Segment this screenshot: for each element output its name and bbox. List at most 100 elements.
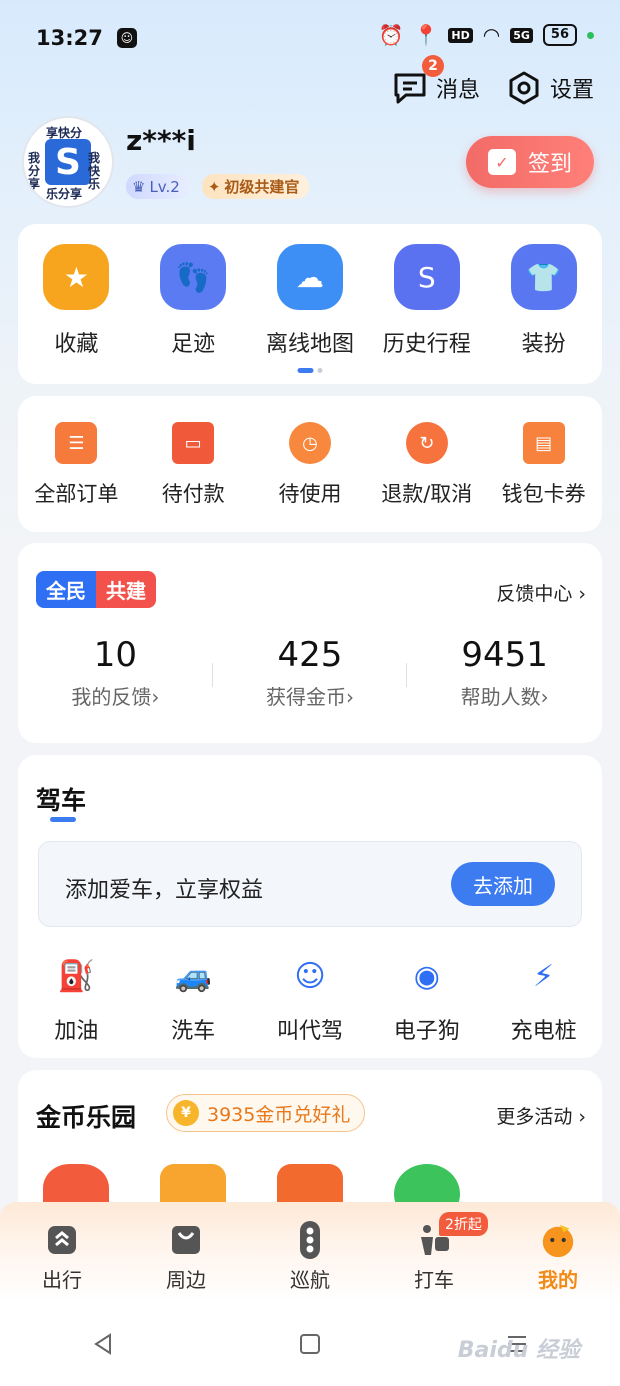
stat-value: 10 xyxy=(93,635,137,675)
stat-coins-earned[interactable]: 425 获得金币› xyxy=(213,635,408,710)
profile-badges: ♛ Lv.2 ✦ 初级共建官 xyxy=(126,174,310,199)
status-icons: ⏰ 📍 HD ◠ 5G 56 xyxy=(379,24,594,46)
hd-icon: HD xyxy=(448,27,473,43)
order-label: 退款/取消 xyxy=(381,482,473,506)
tab-mine[interactable]: 我的 xyxy=(503,1220,613,1293)
camera-radar-icon: ◉ xyxy=(413,958,440,994)
crown-icon: ♛ xyxy=(132,177,146,196)
more-activities-link[interactable]: 更多活动 › xyxy=(496,1102,586,1129)
coin-icon: ¥ xyxy=(173,1100,199,1126)
refund-icon: ↻ xyxy=(405,422,448,464)
stat-value: 9451 xyxy=(461,635,548,675)
stat-label: 帮助人数› xyxy=(460,685,549,709)
order-list-icon: ☰ xyxy=(55,422,98,464)
order-item-wallet[interactable]: ▤ 钱包卡券 xyxy=(486,422,602,508)
quick-item-footprints[interactable]: 👣 足迹 xyxy=(135,244,251,358)
quick-label: 收藏 xyxy=(54,332,99,357)
add-car-button[interactable]: 去添加 xyxy=(451,862,555,906)
order-item-pending-payment[interactable]: ▭ 待付款 xyxy=(135,422,251,508)
messages-button[interactable]: 2 消息 xyxy=(392,55,480,105)
quick-item-history-trips[interactable]: S 历史行程 xyxy=(369,244,485,358)
quick-item-offline-map[interactable]: ☁ 离线地图 xyxy=(252,244,368,358)
drive-item-gas[interactable]: ⛽ 加油 xyxy=(18,955,134,1045)
tshirt-icon: 👕 xyxy=(510,244,577,310)
driving-title: 驾车 xyxy=(36,786,87,815)
stat-my-feedback[interactable]: 10 我的反馈› xyxy=(18,635,213,710)
quick-item-favorites[interactable]: ★ 收藏 xyxy=(18,244,134,358)
location-icon: 📍 xyxy=(413,23,439,47)
avatar[interactable]: 享快分 我分享 我快乐 乐分享 S xyxy=(22,116,114,208)
drive-item-car-wash[interactable]: 🚙 洗车 xyxy=(135,955,251,1045)
signin-button[interactable]: ✓ 签到 xyxy=(466,136,594,188)
feedback-center-link[interactable]: 反馈中心 › xyxy=(496,579,586,606)
tab-label: 巡航 xyxy=(290,1268,330,1292)
username[interactable]: z***i xyxy=(126,124,196,157)
level-text: Lv.2 xyxy=(149,177,180,196)
app-notification-icon: ☺ xyxy=(116,28,137,48)
stat-people-helped[interactable]: 9451 帮助人数› xyxy=(407,635,602,710)
privacy-dot-icon xyxy=(587,31,594,39)
charger-icon: ⚡ xyxy=(533,958,555,994)
footprint-icon: 👣 xyxy=(160,244,227,310)
calendar-check-icon: ✓ xyxy=(487,149,516,175)
card-coupon-icon: ▤ xyxy=(522,422,565,464)
car-wash-icon: 🚙 xyxy=(174,958,212,994)
driving-card: 驾车 添加爱车，立享权益 去添加 ⛽ 加油 🚙 洗车 ☺ 叫代驾 ◉ 电子狗 ⚡… xyxy=(18,755,602,1058)
drive-item-charging[interactable]: ⚡ 充电桩 xyxy=(486,955,602,1045)
order-label: 待使用 xyxy=(278,482,342,506)
feedback-stats: 10 我的反馈› 425 获得金币› 9451 帮助人数› xyxy=(18,635,602,710)
avatar-text-left: 我分享 xyxy=(28,151,41,191)
medal-icon: ✦ xyxy=(207,177,221,196)
gas-pump-icon: ⛽ xyxy=(57,958,96,994)
tab-nearby[interactable]: 周边 xyxy=(131,1220,241,1293)
signin-label: 签到 xyxy=(527,152,572,177)
level-badge[interactable]: ♛ Lv.2 xyxy=(126,174,190,199)
quick-label: 历史行程 xyxy=(382,332,471,357)
avatar-text-right: 我快乐 xyxy=(88,151,101,191)
tab-travel[interactable]: 出行 xyxy=(7,1220,117,1293)
system-nav-bar: Baidu 经验 xyxy=(0,1302,620,1386)
drive-label: 洗车 xyxy=(171,1019,216,1044)
drive-item-speed-camera[interactable]: ◉ 电子狗 xyxy=(369,955,485,1045)
battery-icon: 56 xyxy=(542,24,577,46)
message-icon xyxy=(394,73,426,104)
page-dot xyxy=(317,368,323,373)
nearby-bag-icon xyxy=(167,1220,205,1260)
quick-item-dressup[interactable]: 👕 装扮 xyxy=(486,244,602,358)
coin-park-title: 金币乐园 xyxy=(36,1103,137,1132)
home-nav-button[interactable] xyxy=(280,1324,340,1364)
quick-label: 离线地图 xyxy=(265,332,354,357)
stat-label: 获得金币› xyxy=(266,685,354,709)
settings-icon xyxy=(509,71,539,105)
avatar-text-bottom: 乐分享 xyxy=(46,187,83,201)
back-nav-button[interactable] xyxy=(73,1324,133,1364)
order-item-to-use[interactable]: ◷ 待使用 xyxy=(252,422,368,508)
alarm-icon: ⏰ xyxy=(378,23,404,47)
tab-label: 打车 xyxy=(414,1268,454,1292)
tab-cruise[interactable]: 巡航 xyxy=(255,1220,365,1293)
page-indicator xyxy=(297,368,323,373)
order-item-all[interactable]: ☰ 全部订单 xyxy=(18,422,134,508)
tab-taxi[interactable]: 2折起 打车 xyxy=(379,1212,489,1293)
taxi-discount-badge: 2折起 xyxy=(439,1212,488,1236)
add-car-banner[interactable]: 添加爱车，立享权益 去添加 xyxy=(38,841,582,927)
bottom-tab-bar: 出行 周边 巡航 2折起 打车 我的 xyxy=(0,1202,620,1302)
settings-button[interactable]: 设置 xyxy=(506,70,594,106)
messages-label: 消息 xyxy=(435,78,480,103)
drive-item-designated-driver[interactable]: ☺ 叫代驾 xyxy=(252,955,368,1045)
signal-icon: 5G xyxy=(510,27,533,43)
watermark: Baidu 经验 xyxy=(457,1338,580,1363)
route-icon: S xyxy=(393,244,460,310)
co-build-tag-b: 共建 xyxy=(96,571,156,608)
quick-label: 足迹 xyxy=(171,332,216,357)
back-triangle-icon xyxy=(94,1333,112,1355)
order-item-refund[interactable]: ↻ 退款/取消 xyxy=(369,422,485,508)
co-build-tag: 全民 共建 xyxy=(36,571,156,608)
order-label: 待付款 xyxy=(161,482,225,506)
wifi-icon: ◠ xyxy=(482,23,501,47)
builder-badge[interactable]: ✦ 初级共建官 xyxy=(201,174,310,199)
status-time: 13:27 xyxy=(36,26,103,50)
coins-redeem-pill[interactable]: ¥ 3935金币兑好礼 xyxy=(166,1094,366,1132)
traffic-light-icon xyxy=(291,1220,329,1260)
home-square-icon xyxy=(299,1334,320,1354)
